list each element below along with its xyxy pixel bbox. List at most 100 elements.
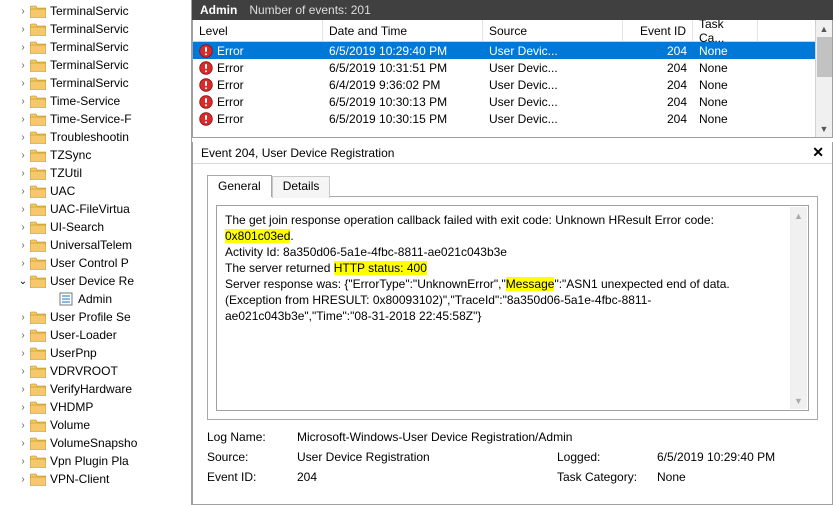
events-header-row[interactable]: Level Date and Time Source Event ID Task… xyxy=(193,20,832,42)
cell-eventid: 204 xyxy=(623,76,693,93)
chevron-right-icon[interactable]: › xyxy=(16,222,30,233)
tree-item[interactable]: ›Time-Service-F xyxy=(0,110,191,128)
tree-item[interactable]: ›Vpn Plugin Pla xyxy=(0,452,191,470)
tree-item[interactable]: ›Volume xyxy=(0,416,191,434)
folder-icon xyxy=(30,130,46,144)
tree-item[interactable]: ›TZSync xyxy=(0,146,191,164)
scroll-down-icon[interactable]: ▼ xyxy=(790,392,807,409)
chevron-down-icon[interactable]: ⌄ xyxy=(16,276,30,287)
scroll-down-icon[interactable]: ▼ xyxy=(816,120,832,137)
chevron-right-icon[interactable]: › xyxy=(16,60,30,71)
chevron-right-icon[interactable]: › xyxy=(16,438,30,449)
chevron-right-icon[interactable]: › xyxy=(16,42,30,53)
scroll-up-icon[interactable]: ▲ xyxy=(816,20,832,37)
tree-item[interactable]: › User-Loader xyxy=(0,326,191,344)
chevron-right-icon[interactable]: › xyxy=(16,78,30,89)
folder-icon xyxy=(30,112,46,126)
tree-item[interactable]: ›TerminalServic xyxy=(0,38,191,56)
chevron-right-icon[interactable]: › xyxy=(16,24,30,35)
tree-item[interactable]: ›VDRVROOT xyxy=(0,362,191,380)
folder-icon xyxy=(30,472,46,486)
tree-sidebar[interactable]: ›TerminalServic›TerminalServic›TerminalS… xyxy=(0,0,192,505)
tree-item[interactable]: ›TerminalServic xyxy=(0,20,191,38)
tree-item[interactable]: ›Troubleshootin xyxy=(0,128,191,146)
cell-level: Error xyxy=(193,42,323,59)
tree-item[interactable]: ›TZUtil xyxy=(0,164,191,182)
chevron-right-icon[interactable]: › xyxy=(16,348,30,359)
tree-item-label: TerminalServic xyxy=(48,76,129,90)
chevron-right-icon[interactable]: › xyxy=(16,240,30,251)
chevron-right-icon[interactable]: › xyxy=(16,402,30,413)
chevron-right-icon[interactable]: › xyxy=(16,384,30,395)
tree-item[interactable]: › UniversalTelem xyxy=(0,236,191,254)
folder-icon xyxy=(30,76,46,90)
table-row[interactable]: Error6/5/2019 10:29:40 PMUser Devic...20… xyxy=(193,42,832,59)
msg-text: The server returned xyxy=(225,261,334,275)
chevron-right-icon[interactable]: › xyxy=(16,456,30,467)
scroll-up-icon[interactable]: ▲ xyxy=(790,207,807,224)
chevron-right-icon[interactable]: › xyxy=(16,312,30,323)
chevron-right-icon[interactable]: › xyxy=(16,474,30,485)
chevron-right-icon[interactable]: › xyxy=(16,168,30,179)
tree-item-label: User-Loader xyxy=(48,328,117,342)
table-row[interactable]: Error6/5/2019 10:31:51 PMUser Devic...20… xyxy=(193,59,832,76)
meta-logged-value: 6/5/2019 10:29:40 PM xyxy=(657,450,818,464)
chevron-right-icon[interactable]: › xyxy=(16,366,30,377)
tree-item[interactable]: ›User Control P xyxy=(0,254,191,272)
meta-logname-value: Microsoft-Windows-User Device Registrati… xyxy=(297,430,818,444)
close-icon[interactable]: ✕ xyxy=(812,144,824,161)
cell-eventid: 204 xyxy=(623,42,693,59)
chevron-right-icon[interactable]: › xyxy=(16,258,30,269)
col-source[interactable]: Source xyxy=(483,20,623,41)
tree-item[interactable]: ›TerminalServic xyxy=(0,56,191,74)
chevron-right-icon[interactable]: › xyxy=(16,96,30,107)
tree-item[interactable]: ›Time-Service xyxy=(0,92,191,110)
tree-item[interactable]: ›UAC-FileVirtua xyxy=(0,200,191,218)
table-row[interactable]: Error6/5/2019 10:30:13 PMUser Devic...20… xyxy=(193,93,832,110)
col-eventid[interactable]: Event ID xyxy=(623,20,693,41)
chevron-right-icon[interactable]: › xyxy=(16,6,30,17)
folder-icon xyxy=(30,4,46,18)
chevron-right-icon[interactable]: › xyxy=(16,150,30,161)
chevron-right-icon[interactable]: › xyxy=(16,420,30,431)
tree-item-admin[interactable]: Admin xyxy=(0,290,191,308)
chevron-right-icon[interactable]: › xyxy=(16,204,30,215)
cell-source: User Devic... xyxy=(483,76,623,93)
chevron-right-icon[interactable]: › xyxy=(16,132,30,143)
folder-icon xyxy=(30,22,46,36)
chevron-right-icon[interactable]: › xyxy=(16,114,30,125)
col-level[interactable]: Level xyxy=(193,20,323,41)
table-row[interactable]: Error6/5/2019 10:30:15 PMUser Devic...20… xyxy=(193,110,832,127)
tree-item[interactable]: › TerminalServic xyxy=(0,74,191,92)
folder-icon xyxy=(30,148,46,162)
tree-item[interactable]: ›UI-Search xyxy=(0,218,191,236)
tree-item[interactable]: ›TerminalServic xyxy=(0,2,191,20)
folder-icon xyxy=(30,220,46,234)
col-taskcat[interactable]: Task Ca... xyxy=(693,20,758,41)
folder-icon xyxy=(30,382,46,396)
main-panel: Admin Number of events: 201 Level Date a… xyxy=(192,0,833,505)
table-row[interactable]: Error6/4/2019 9:36:02 PMUser Devic...204… xyxy=(193,76,832,93)
tree-item[interactable]: ›VPN-Client xyxy=(0,470,191,488)
tree-item-label: UniversalTelem xyxy=(48,238,132,252)
tree-item[interactable]: ›UserPnp xyxy=(0,344,191,362)
cell-source: User Devic... xyxy=(483,59,623,76)
message-scrollbar[interactable]: ▲ ▼ xyxy=(790,207,807,409)
tree-item-label: VHDMP xyxy=(48,400,93,414)
tree-item[interactable]: ›User Profile Se xyxy=(0,308,191,326)
events-scrollbar[interactable]: ▲ ▼ xyxy=(815,20,832,137)
chevron-right-icon[interactable]: › xyxy=(16,186,30,197)
tree-item[interactable]: ›VerifyHardware xyxy=(0,380,191,398)
chevron-right-icon[interactable]: › xyxy=(16,330,30,341)
folder-icon xyxy=(30,328,46,342)
scroll-thumb[interactable] xyxy=(817,37,832,77)
tree-item[interactable]: ›VolumeSnapsho xyxy=(0,434,191,452)
tree-item[interactable]: ›UAC xyxy=(0,182,191,200)
tab-details[interactable]: Details xyxy=(272,176,331,198)
col-date[interactable]: Date and Time xyxy=(323,20,483,41)
event-message[interactable]: The get join response operation callback… xyxy=(216,205,809,411)
tab-general[interactable]: General xyxy=(207,175,272,197)
tree-item[interactable]: › VHDMP xyxy=(0,398,191,416)
cell-level: Error xyxy=(193,93,323,110)
tree-item[interactable]: ⌄User Device Re xyxy=(0,272,191,290)
